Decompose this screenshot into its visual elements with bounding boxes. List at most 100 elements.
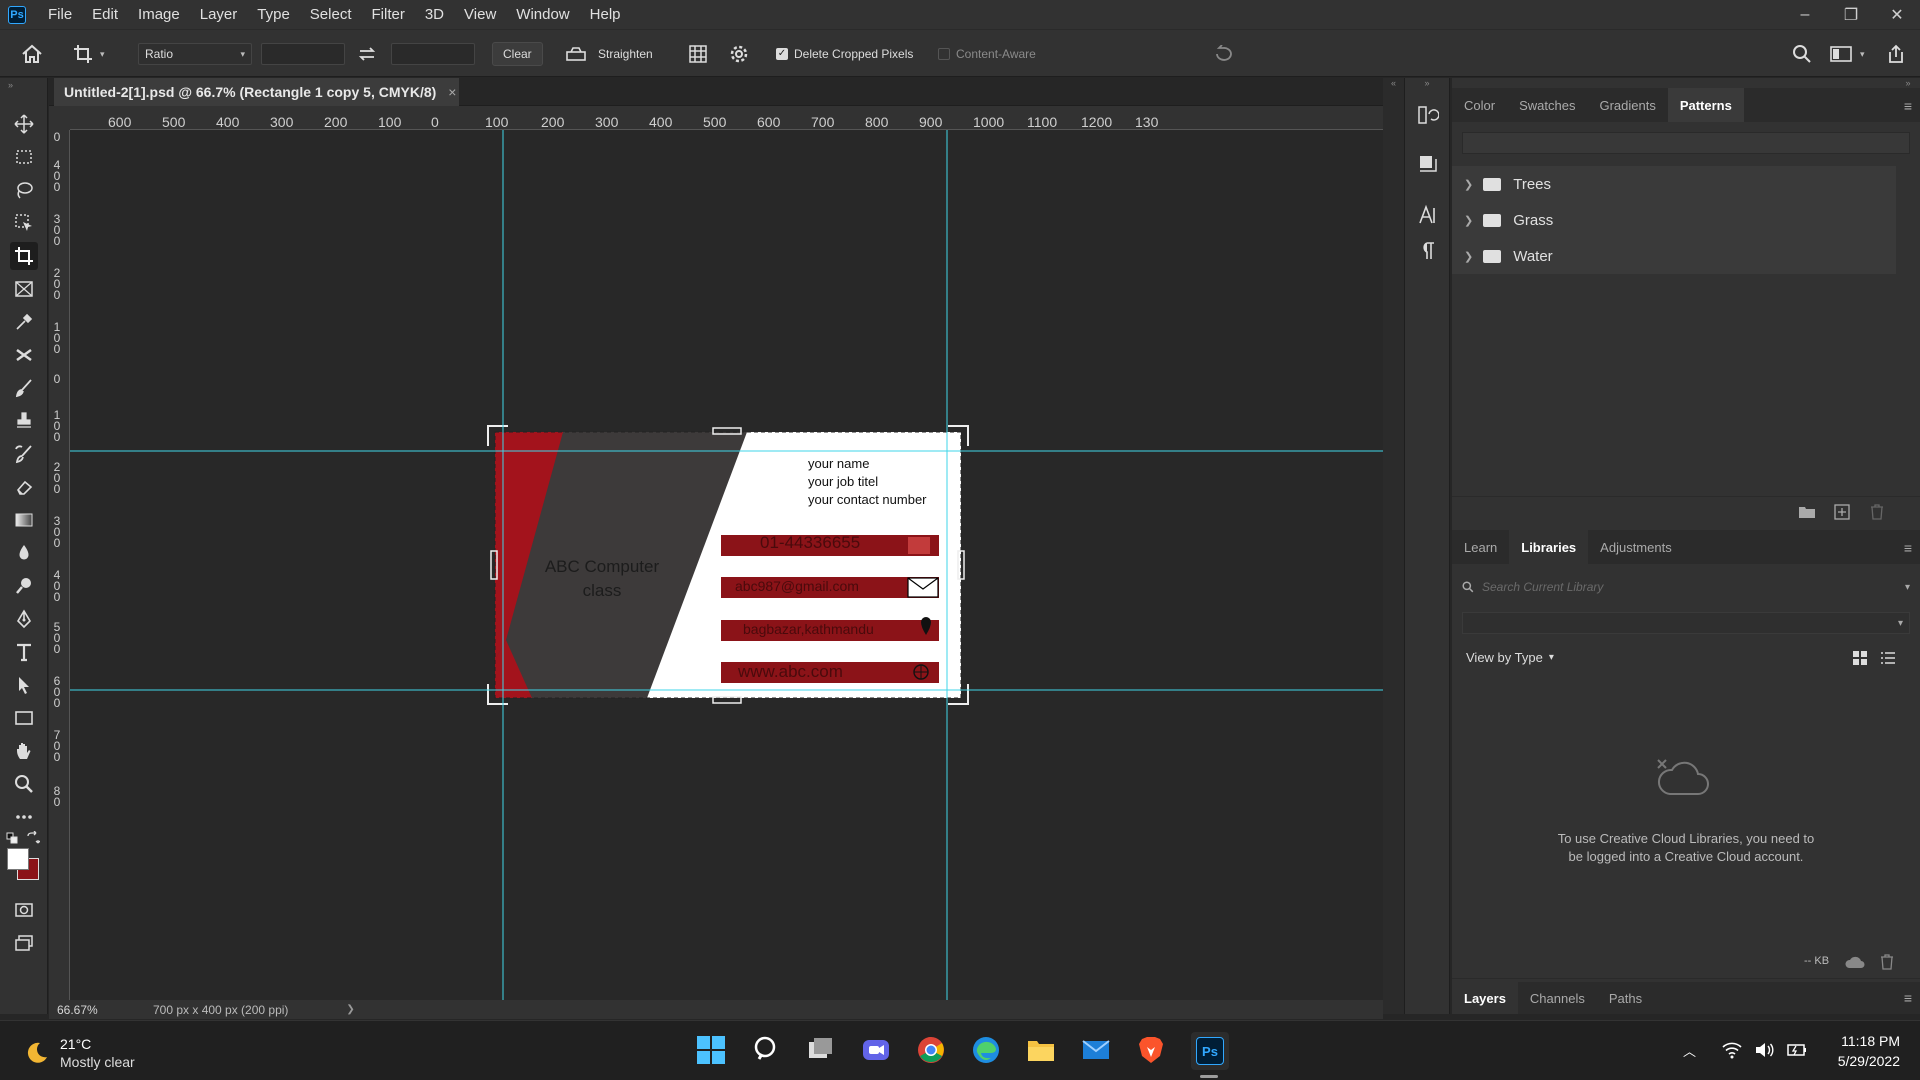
screen-mode-button[interactable] — [10, 929, 38, 957]
more-tools[interactable] — [10, 803, 38, 831]
menu-view[interactable]: View — [454, 0, 506, 29]
move-tool[interactable] — [10, 110, 38, 138]
library-dropdown[interactable]: ▾ — [1462, 612, 1910, 634]
swap-colors-button[interactable] — [26, 830, 41, 848]
straighten-button[interactable]: Straighten — [564, 30, 653, 78]
reset-button[interactable] — [1212, 30, 1234, 78]
new-group-button[interactable] — [1798, 504, 1816, 523]
dodge-tool[interactable] — [10, 572, 38, 600]
lasso-tool[interactable] — [10, 176, 38, 204]
tab-learn[interactable]: Learn — [1452, 530, 1509, 564]
path-selection-tool[interactable] — [10, 671, 38, 699]
panel-menu-icon[interactable]: ≡ — [1904, 990, 1912, 1006]
eraser-tool[interactable] — [10, 473, 38, 501]
close-tab-icon[interactable]: × — [448, 84, 456, 100]
vertical-ruler[interactable]: 0 400 300 200 100 0 100 200 300 400 500 600 700 80 — [49, 130, 70, 1005]
start-button[interactable] — [696, 1035, 728, 1067]
weather-widget[interactable]: 21°C Mostly clear — [24, 1035, 135, 1071]
ruler-origin[interactable] — [49, 106, 70, 130]
marquee-tool[interactable] — [10, 143, 38, 171]
delete-cropped-checkbox[interactable]: ✓ Delete Cropped Pixels — [776, 30, 913, 78]
library-delete-button[interactable] — [1880, 954, 1894, 973]
tab-patterns[interactable]: Patterns — [1667, 88, 1744, 122]
overlay-options-button[interactable] — [687, 30, 709, 78]
menu-help[interactable]: Help — [580, 0, 631, 29]
file-explorer-button[interactable] — [1026, 1035, 1058, 1067]
blur-tool[interactable] — [10, 539, 38, 567]
task-view-button[interactable] — [806, 1035, 838, 1067]
photoshop-taskbar-button[interactable]: Ps — [1191, 1032, 1229, 1070]
brush-tool[interactable] — [10, 374, 38, 402]
ratio-dropdown[interactable]: Ratio ▾ — [138, 43, 252, 65]
panel-menu-icon[interactable]: ≡ — [1904, 540, 1912, 556]
search-button[interactable] — [1792, 30, 1812, 78]
chevron-up-icon[interactable]: ︿ — [1683, 1041, 1696, 1060]
clear-button[interactable]: Clear — [492, 42, 543, 66]
3d-panel-button[interactable] — [1417, 153, 1439, 178]
eyedropper-tool[interactable] — [10, 308, 38, 336]
collapse-icon[interactable]: » — [1405, 78, 1449, 92]
quick-mask-button[interactable] — [10, 896, 38, 924]
pen-tool[interactable] — [10, 605, 38, 633]
wifi-icon[interactable] — [1722, 1041, 1742, 1062]
menu-file[interactable]: File — [38, 0, 82, 29]
collapse-icon[interactable]: » — [8, 80, 13, 90]
brave-button[interactable] — [1136, 1035, 1168, 1067]
menu-select[interactable]: Select — [300, 0, 362, 29]
hand-tool[interactable] — [10, 737, 38, 765]
pattern-preview-strip[interactable] — [1462, 132, 1910, 154]
search-button[interactable] — [752, 1035, 784, 1067]
teams-chat-button[interactable] — [861, 1035, 893, 1067]
rectangle-tool[interactable] — [10, 704, 38, 732]
menu-image[interactable]: Image — [128, 0, 190, 29]
tab-color[interactable]: Color — [1452, 88, 1507, 122]
delete-pattern-button[interactable] — [1870, 504, 1884, 523]
battery-icon[interactable] — [1786, 1041, 1808, 1062]
restore-button[interactable]: ❐ — [1828, 0, 1874, 29]
menu-type[interactable]: Type — [247, 0, 300, 29]
mail-button[interactable] — [1081, 1035, 1113, 1067]
chrome-button[interactable] — [916, 1035, 948, 1067]
tab-swatches[interactable]: Swatches — [1507, 88, 1587, 122]
minimize-button[interactable]: – — [1782, 0, 1828, 29]
panel-menu-icon[interactable]: ≡ — [1904, 98, 1912, 114]
home-button[interactable] — [20, 30, 44, 78]
pattern-folder-water[interactable]: ❯ Water — [1452, 238, 1896, 274]
canvas[interactable]: ABC Computer class your name your job ti… — [70, 130, 1383, 1005]
crop-height-field[interactable] — [391, 43, 475, 65]
crop-tool[interactable] — [10, 242, 38, 270]
foreground-color-swatch[interactable] — [7, 848, 29, 870]
menu-edit[interactable]: Edit — [82, 0, 128, 29]
stamp-tool[interactable] — [10, 407, 38, 435]
type-tool[interactable] — [10, 638, 38, 666]
workspace-button[interactable]: ▾ — [1830, 30, 1865, 78]
panel-collapse-strip[interactable]: « — [1383, 78, 1404, 1014]
edge-button[interactable] — [971, 1035, 1003, 1067]
character-panel-button[interactable] — [1417, 204, 1439, 229]
share-button[interactable] — [1886, 30, 1906, 78]
list-view-button[interactable] — [1880, 650, 1896, 669]
tab-libraries[interactable]: Libraries — [1509, 530, 1589, 564]
collapse-icon[interactable]: « — [1383, 78, 1404, 92]
tab-channels[interactable]: Channels — [1518, 982, 1597, 1014]
default-colors-button[interactable] — [6, 832, 18, 847]
object-selection-tool[interactable] — [10, 209, 38, 237]
menu-3d[interactable]: 3D — [415, 0, 454, 29]
close-button[interactable]: ✕ — [1874, 0, 1920, 29]
pattern-folder-trees[interactable]: ❯ Trees — [1452, 166, 1896, 202]
history-brush-tool[interactable] — [10, 440, 38, 468]
menu-filter[interactable]: Filter — [362, 0, 415, 29]
content-aware-checkbox[interactable]: Content-Aware — [938, 30, 1036, 78]
menu-window[interactable]: Window — [506, 0, 579, 29]
tab-paths[interactable]: Paths — [1597, 982, 1654, 1014]
grid-view-button[interactable] — [1852, 650, 1868, 669]
zoom-tool[interactable] — [10, 770, 38, 798]
cloud-sync-button[interactable] — [1844, 954, 1866, 973]
view-by-dropdown[interactable]: View by Type ▾ — [1466, 650, 1554, 665]
tab-layers[interactable]: Layers — [1452, 982, 1518, 1014]
crop-width-field[interactable] — [261, 43, 345, 65]
paragraph-panel-button[interactable] — [1417, 240, 1439, 265]
clock[interactable]: 11:18 PM 5/29/2022 — [1810, 1031, 1900, 1071]
history-panel-button[interactable] — [1417, 104, 1440, 129]
status-menu-arrow[interactable]: ❯ — [346, 1004, 354, 1015]
